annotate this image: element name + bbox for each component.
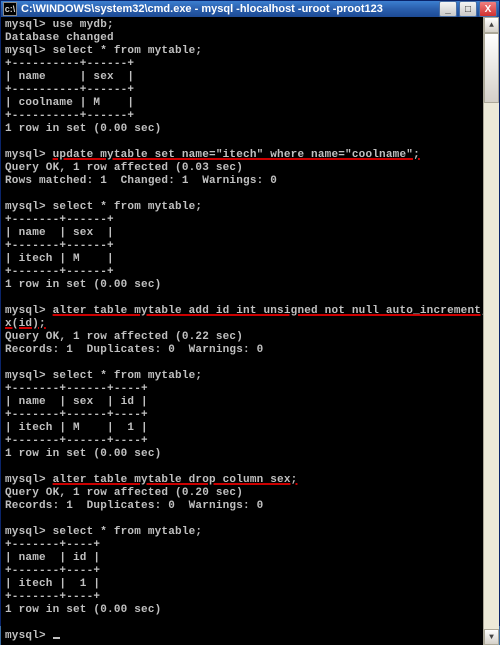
term-line: mysql> bbox=[5, 149, 53, 161]
highlighted-command: update mytable set name="itech" where na… bbox=[53, 149, 420, 161]
scrollbar[interactable]: ▲ ▼ bbox=[483, 17, 499, 645]
term-line: Records: 1 Duplicates: 0 Warnings: 0 bbox=[5, 500, 263, 512]
terminal-wrap: mysql> use mydb; Database changed mysql>… bbox=[1, 17, 499, 645]
term-line: +-------+----+ bbox=[5, 565, 100, 577]
term-line: mysql> select * from mytable; bbox=[5, 370, 202, 382]
titlebar[interactable]: c:\ C:\WINDOWS\system32\cmd.exe - mysql … bbox=[1, 1, 499, 17]
term-line: | name | id | bbox=[5, 552, 100, 564]
scrollbar-thumb[interactable] bbox=[484, 33, 499, 103]
term-line: +-------+------+ bbox=[5, 214, 114, 226]
term-line: Query OK, 1 row affected (0.03 sec) bbox=[5, 162, 243, 174]
term-line: | name | sex | bbox=[5, 227, 114, 239]
term-line: mysql> bbox=[5, 474, 53, 486]
term-line: Records: 1 Duplicates: 0 Warnings: 0 bbox=[5, 344, 263, 356]
term-line: | name | sex | bbox=[5, 71, 134, 83]
term-line: Query OK, 1 row affected (0.20 sec) bbox=[5, 487, 243, 499]
highlighted-command: alter table mytable drop column sex; bbox=[53, 474, 298, 486]
term-line: +----------+------+ bbox=[5, 58, 134, 70]
term-line: +-------+----+ bbox=[5, 591, 100, 603]
term-line: mysql> select * from mytable; bbox=[5, 45, 202, 57]
terminal-output[interactable]: mysql> use mydb; Database changed mysql>… bbox=[1, 17, 483, 645]
term-line: +-------+------+ bbox=[5, 266, 114, 278]
term-line: mysql> bbox=[5, 630, 53, 642]
minimize-button[interactable]: _ bbox=[439, 1, 457, 17]
term-line: mysql> use mydb; bbox=[5, 19, 114, 31]
scroll-up-button[interactable]: ▲ bbox=[484, 17, 499, 33]
term-line: 1 row in set (0.00 sec) bbox=[5, 123, 161, 135]
term-line: +-------+------+----+ bbox=[5, 383, 148, 395]
scroll-down-button[interactable]: ▼ bbox=[484, 629, 499, 645]
highlighted-command: alter table mytable add id int unsigned … bbox=[53, 305, 483, 317]
highlighted-command: x(id); bbox=[5, 318, 46, 330]
term-line: 1 row in set (0.00 sec) bbox=[5, 448, 161, 460]
term-line: +-------+----+ bbox=[5, 539, 100, 551]
term-line: Rows matched: 1 Changed: 1 Warnings: 0 bbox=[5, 175, 277, 187]
window-title: C:\WINDOWS\system32\cmd.exe - mysql -hlo… bbox=[21, 3, 439, 15]
cursor bbox=[53, 637, 60, 639]
window-buttons: _ □ X bbox=[439, 1, 497, 17]
term-line: +----------+------+ bbox=[5, 84, 134, 96]
term-line: +-------+------+ bbox=[5, 240, 114, 252]
close-button[interactable]: X bbox=[479, 1, 497, 17]
cmd-icon: c:\ bbox=[3, 2, 17, 16]
term-line: +----------+------+ bbox=[5, 110, 134, 122]
term-line: | itech | M | 1 | bbox=[5, 422, 148, 434]
term-line: | coolname | M | bbox=[5, 97, 134, 109]
term-line: mysql> select * from mytable; bbox=[5, 201, 202, 213]
maximize-button[interactable]: □ bbox=[459, 1, 477, 17]
term-line: mysql> bbox=[5, 305, 53, 317]
term-line: Query OK, 1 row affected (0.22 sec) bbox=[5, 331, 243, 343]
cmd-window: c:\ C:\WINDOWS\system32\cmd.exe - mysql … bbox=[0, 0, 500, 626]
term-line: +-------+------+----+ bbox=[5, 435, 148, 447]
term-line: mysql> select * from mytable; bbox=[5, 526, 202, 538]
term-line: | name | sex | id | bbox=[5, 396, 148, 408]
term-line: 1 row in set (0.00 sec) bbox=[5, 279, 161, 291]
term-line: Database changed bbox=[5, 32, 114, 44]
term-line: 1 row in set (0.00 sec) bbox=[5, 604, 161, 616]
term-line: +-------+------+----+ bbox=[5, 409, 148, 421]
term-line: | itech | 1 | bbox=[5, 578, 100, 590]
term-line: | itech | M | bbox=[5, 253, 114, 265]
scrollbar-track[interactable] bbox=[484, 33, 499, 629]
